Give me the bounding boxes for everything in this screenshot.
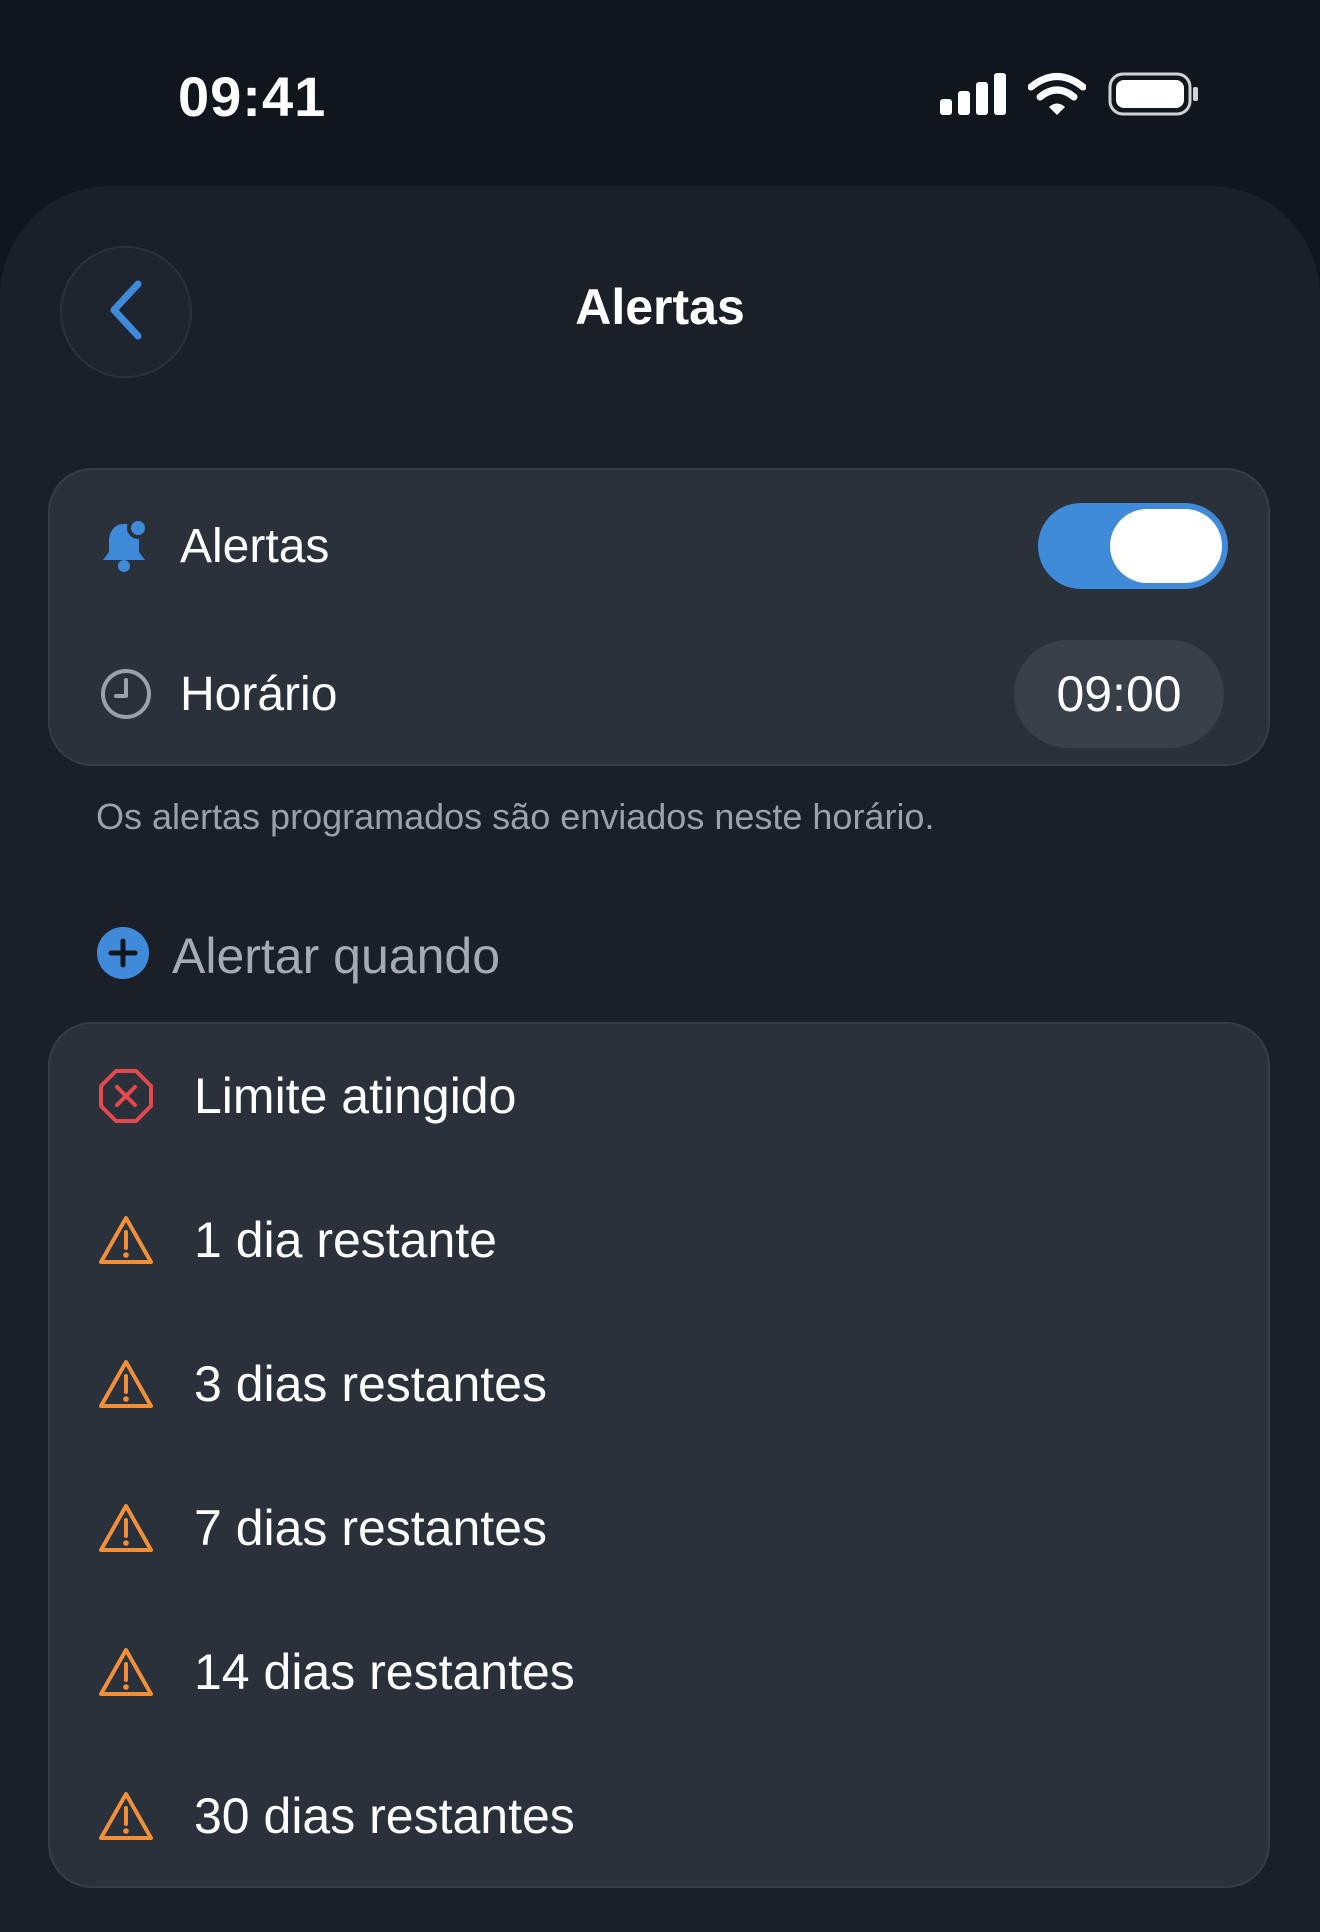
schedule-row: Horário 09:00 (50, 632, 1268, 756)
bell-badge-icon (98, 518, 154, 574)
schedule-footnote: Os alertas programados são enviados nest… (96, 796, 935, 837)
warning-triangle-icon (98, 1644, 154, 1700)
list-item-label: 3 dias restantes (194, 1356, 547, 1412)
list-item-1-day[interactable]: 1 dia restante (50, 1168, 1268, 1312)
alerts-toggle-row: Alertas (50, 484, 1268, 608)
schedule-label: Horário (180, 667, 338, 721)
toggle-knob (1110, 509, 1222, 583)
time-picker[interactable]: 09:00 (1014, 640, 1224, 748)
x-octagon-icon (98, 1068, 154, 1124)
alert-when-label: Alertar quando (172, 927, 501, 984)
list-item-7-days[interactable]: 7 dias restantes (50, 1456, 1268, 1600)
list-item-limit-reached[interactable]: Limite atingido (50, 1024, 1268, 1168)
alerts-screen: 09:41 Alertas Alertas Horário 09:00 Os a… (0, 0, 1320, 1932)
status-bar: 09:41 (0, 0, 1320, 190)
list-item-3-days[interactable]: 3 dias restantes (50, 1312, 1268, 1456)
alerts-toggle[interactable] (1038, 503, 1228, 589)
alerts-label: Alertas (180, 519, 330, 573)
wifi-icon (1027, 72, 1087, 121)
plus-circle-icon (96, 926, 150, 985)
list-item-label: 7 dias restantes (194, 1500, 547, 1556)
warning-triangle-icon (98, 1356, 154, 1412)
battery-icon (1108, 72, 1200, 121)
status-time: 09:41 (178, 65, 327, 128)
cellular-signal-icon (940, 73, 1006, 120)
warning-triangle-icon (98, 1212, 154, 1268)
list-item-label: 14 dias restantes (194, 1644, 575, 1700)
clock-icon (98, 666, 154, 722)
list-item-14-days[interactable]: 14 dias restantes (50, 1600, 1268, 1744)
alerts-settings-card: Alertas Horário 09:00 (48, 468, 1270, 766)
alerts-sheet: Alertas Alertas Horário 09:00 Os alertas… (0, 186, 1320, 1932)
alert-conditions-list: Limite atingido 1 dia restante 3 dias re… (48, 1022, 1270, 1888)
status-icons (940, 72, 1200, 121)
list-item-30-days[interactable]: 30 dias restantes (50, 1744, 1268, 1888)
warning-triangle-icon (98, 1788, 154, 1844)
warning-triangle-icon (98, 1500, 154, 1556)
list-item-label: 1 dia restante (194, 1212, 497, 1268)
list-item-label: 30 dias restantes (194, 1788, 575, 1844)
list-item-label: Limite atingido (194, 1068, 517, 1124)
alert-when-add-button[interactable]: Alertar quando (96, 926, 500, 985)
page-title: Alertas (575, 279, 745, 335)
